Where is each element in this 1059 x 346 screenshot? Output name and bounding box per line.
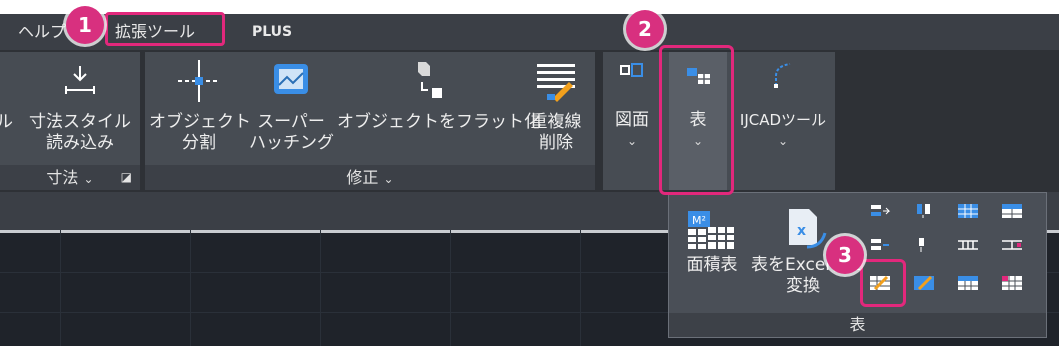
dimension-style-import-button[interactable]: 寸法スタイル 読み込み [28, 62, 132, 154]
table-dropdown-footer: 表 [669, 313, 1046, 337]
table-grid-icon[interactable] [1001, 275, 1023, 291]
dimension-style-label-2: 読み込み [46, 133, 114, 153]
dimension-style-label-1: 寸法スタイル [29, 112, 131, 132]
delete-column-icon[interactable] [913, 237, 935, 253]
chevron-down-icon: ⌄ [383, 172, 394, 186]
split-object-icon [178, 60, 220, 102]
ijcad-tool-icon [774, 63, 791, 88]
unmerge-cells-icon[interactable] [1001, 203, 1023, 219]
object-split-button[interactable]: オブジェクト 分割 [149, 58, 251, 154]
svg-text:x: x [797, 223, 806, 239]
cell-border-icon[interactable] [957, 237, 979, 253]
drawing-label: 図面 [615, 110, 649, 130]
panel-modify-title: 修正 [346, 168, 379, 187]
flatten-label: オブジェクトをフラット化 [337, 112, 541, 132]
panel-modify: オブジェクト 分割 スーパー ハッチング オブジェクトをフラット化 重複線 削除 [145, 52, 595, 190]
dimension-cut-label: ル [0, 112, 13, 132]
chevron-down-icon: ⌄ [626, 134, 638, 148]
overlap-delete-button[interactable]: 重複線 削除 [519, 58, 593, 154]
grid-line [450, 230, 451, 346]
super-hatch-icon [274, 64, 308, 94]
ijcad-tools-button[interactable]: IJCADツール ⌄ [733, 60, 833, 152]
cell-split-icon[interactable] [1001, 237, 1023, 253]
overlap-delete-label-1: 重複線 [530, 112, 582, 132]
ijcad-tools-label: IJCADツール [739, 111, 827, 129]
svg-text:M²: M² [692, 214, 706, 227]
dialog-launcher-icon[interactable]: ◪ [121, 165, 132, 190]
overlap-delete-label-2: 削除 [539, 133, 573, 153]
chevron-down-icon: ⌄ [83, 172, 94, 186]
chevron-down-icon: ⌄ [777, 134, 789, 148]
panel-dimension: ル 寸法スタイル 読み込み 寸法 ⌄ ◪ [0, 52, 140, 190]
tab-highlight-frame [105, 12, 225, 46]
excel-convert-label-2: 変換 [786, 276, 820, 296]
table-dropdown-title: 表 [849, 315, 866, 334]
step-badge-2: 2 [626, 10, 664, 48]
super-hatch-label-2: ハッチング [249, 133, 334, 153]
table-style-icon[interactable] [957, 275, 979, 291]
super-hatch-label-1: スーパー [257, 112, 325, 132]
object-split-label-1: オブジェクト [149, 112, 251, 132]
object-split-label-2: 分割 [182, 133, 216, 153]
grid-line [580, 230, 581, 346]
drawing-button[interactable]: 図面 ⌄ [605, 60, 659, 152]
panel-dimension-title: 寸法 [46, 168, 79, 187]
step-badge-1: 1 [66, 6, 104, 44]
area-table-icon: M² [688, 211, 734, 249]
grid-line [320, 230, 321, 346]
panel-modify-footer[interactable]: 修正 ⌄ [145, 165, 595, 190]
grid-line [190, 230, 191, 346]
table-button-highlight [659, 45, 734, 195]
grid-line [60, 230, 61, 346]
excel-convert-icon: x [789, 209, 827, 249]
flatten-object-button[interactable]: オブジェクトをフラット化 [337, 58, 541, 133]
tab-help[interactable]: ヘルプ [18, 14, 66, 50]
area-table-label: 面積表 [686, 255, 738, 275]
drawing-icon [620, 63, 643, 77]
step-badge-3: 3 [826, 236, 864, 274]
overlap-delete-icon [537, 64, 575, 102]
panel-dimension-footer[interactable]: 寸法 ⌄ ◪ [0, 165, 140, 190]
flatten-icon [418, 62, 442, 98]
super-hatch-button[interactable]: スーパー ハッチング [249, 58, 334, 154]
tab-plus[interactable]: PLUS [252, 14, 292, 50]
dimension-cut-button[interactable]: ル [0, 112, 13, 133]
merge-cells-icon[interactable] [957, 203, 979, 219]
area-table-button[interactable]: M² 面積表 [677, 207, 747, 276]
insert-column-icon[interactable] [913, 203, 935, 219]
edit-cell-highlight [860, 259, 906, 307]
dimension-style-icon [65, 66, 95, 94]
insert-row-icon[interactable] [869, 203, 891, 219]
delete-row-icon[interactable] [869, 237, 891, 253]
cell-format-icon[interactable] [913, 275, 935, 291]
